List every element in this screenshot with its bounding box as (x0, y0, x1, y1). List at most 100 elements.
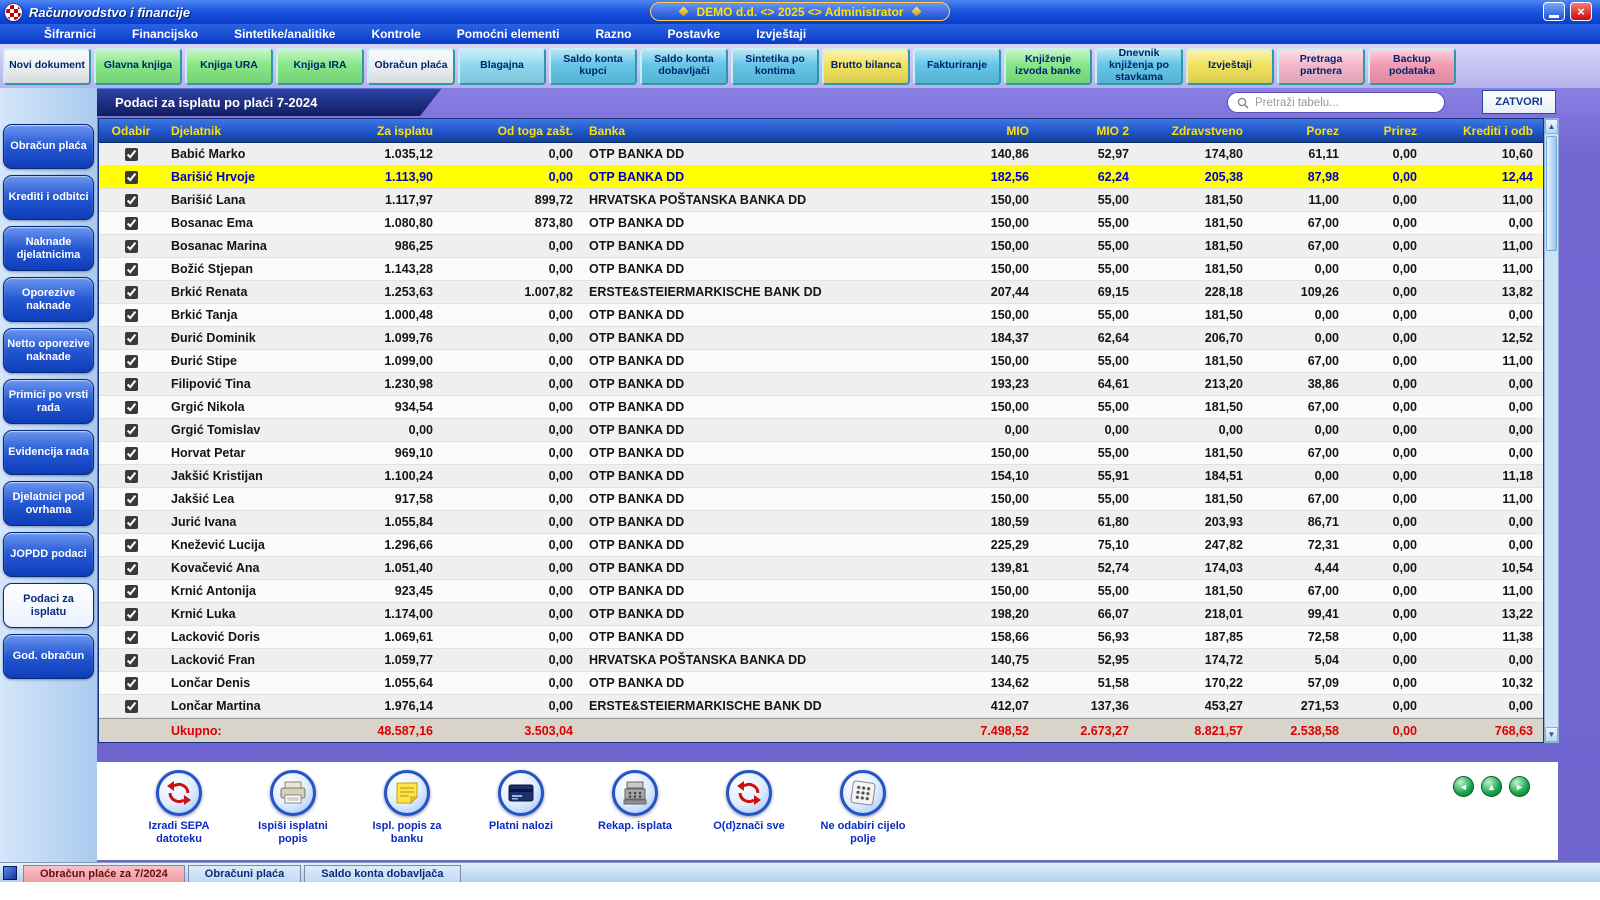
column-header-za-isplatu[interactable]: Za isplatu (329, 119, 441, 142)
ispisi-isplatni-popis-button[interactable]: Ispiši isplatni popis (247, 770, 339, 860)
row-select-checkbox[interactable] (125, 171, 138, 184)
column-header-mio[interactable]: MIO (943, 119, 1037, 142)
menu-item[interactable]: Kontrole (371, 27, 420, 41)
table-row[interactable]: Brkić Renata 1.253,63 1.007,82 ERSTE&STE… (99, 281, 1543, 304)
toolbar-button[interactable]: Obračun plaća (367, 48, 455, 85)
row-select-checkbox[interactable] (125, 470, 138, 483)
table-row[interactable]: Bosanac Ema 1.080,80 873,80 OTP BANKA DD… (99, 212, 1543, 235)
table-row[interactable]: Lončar Denis 1.055,64 0,00 OTP BANKA DD … (99, 672, 1543, 695)
table-search[interactable] (1227, 92, 1445, 113)
table-row[interactable]: Knežević Lucija 1.296,66 0,00 OTP BANKA … (99, 534, 1543, 557)
column-header-djelatnik[interactable]: Djelatnik (163, 119, 329, 142)
sidebar-item[interactable]: Obračun plaća (3, 124, 94, 169)
table-row[interactable]: Brkić Tanja 1.000,48 0,00 OTP BANKA DD 1… (99, 304, 1543, 327)
scroll-down-button[interactable]: ▼ (1545, 727, 1558, 742)
toolbar-button[interactable]: Saldo konta dobavljači (640, 48, 728, 85)
table-row[interactable]: Kovačević Ana 1.051,40 0,00 OTP BANKA DD… (99, 557, 1543, 580)
rekap-isplata-button[interactable]: Rekap. isplata (589, 770, 681, 860)
row-select-checkbox[interactable] (125, 217, 138, 230)
table-row[interactable]: Horvat Petar 969,10 0,00 OTP BANKA DD 15… (99, 442, 1543, 465)
menu-item[interactable]: Izvještaji (756, 27, 806, 41)
table-row[interactable]: Božić Stjepan 1.143,28 0,00 OTP BANKA DD… (99, 258, 1543, 281)
table-row[interactable]: Krnić Luka 1.174,00 0,00 OTP BANKA DD 19… (99, 603, 1543, 626)
row-select-checkbox[interactable] (125, 332, 138, 345)
toolbar-button[interactable]: Dnevnik knjiženja po stavkama (1095, 48, 1183, 85)
nav-left-button[interactable]: ◄ (1453, 776, 1474, 797)
column-header-od-toga-zast[interactable]: Od toga zašt. (441, 119, 581, 142)
row-select-checkbox[interactable] (125, 355, 138, 368)
row-select-checkbox[interactable] (125, 401, 138, 414)
status-tab[interactable]: Obračuni plaća (188, 865, 301, 882)
toolbar-button[interactable]: Sintetika po kontima (731, 48, 819, 85)
toolbar-button[interactable]: Knjiga IRA (276, 48, 364, 85)
table-row[interactable]: Barišić Lana 1.117,97 899,72 HRVATSKA PO… (99, 189, 1543, 212)
sidebar-item[interactable]: Netto oporezive naknade (3, 328, 94, 373)
table-row[interactable]: Lacković Fran 1.059,77 0,00 HRVATSKA POŠ… (99, 649, 1543, 672)
sidebar-item[interactable]: Podaci za isplatu (3, 583, 94, 628)
toolbar-button[interactable]: Izvještaji (1186, 48, 1274, 85)
toolbar-button[interactable]: Backup podataka (1368, 48, 1456, 85)
status-tab[interactable]: Obračun plaće za 7/2024 (23, 865, 185, 882)
toolbar-button[interactable]: Pretraga partnera (1277, 48, 1365, 85)
toolbar-button[interactable]: Knjiga URA (185, 48, 273, 85)
column-header-banka[interactable]: Banka (581, 119, 943, 142)
izradi-sepa-button[interactable]: Izradi SEPA datoteku (133, 770, 225, 860)
sidebar-item[interactable]: God. obračun (3, 634, 94, 679)
table-row[interactable]: Bosanac Marina 986,25 0,00 OTP BANKA DD … (99, 235, 1543, 258)
column-header-odabir[interactable]: Odabir (99, 119, 163, 142)
row-select-checkbox[interactable] (125, 447, 138, 460)
zatvori-button[interactable]: ZATVORI (1482, 90, 1556, 114)
table-row[interactable]: Grgić Tomislav 0,00 0,00 OTP BANKA DD 0,… (99, 419, 1543, 442)
platni-nalozi-button[interactable]: Platni nalozi (475, 770, 567, 860)
row-select-checkbox[interactable] (125, 700, 138, 713)
row-select-checkbox[interactable] (125, 424, 138, 437)
sidebar-item[interactable]: Evidencija rada (3, 430, 94, 475)
menu-item[interactable]: Financijsko (132, 27, 198, 41)
ne-odabiri-cijelo-polje-button[interactable]: Ne odabiri cijelo polje (817, 770, 909, 860)
minimize-button[interactable] (1543, 2, 1565, 21)
odznaci-sve-button[interactable]: O(d)znači sve (703, 770, 795, 860)
status-tab[interactable]: Saldo konta dobavljača (304, 865, 460, 882)
row-select-checkbox[interactable] (125, 585, 138, 598)
sidebar-item[interactable]: Naknade djelatnicima (3, 226, 94, 271)
toolbar-button[interactable]: Blagajna (458, 48, 546, 85)
sidebar-item[interactable]: Oporezive naknade (3, 277, 94, 322)
row-select-checkbox[interactable] (125, 240, 138, 253)
row-select-checkbox[interactable] (125, 516, 138, 529)
row-select-checkbox[interactable] (125, 677, 138, 690)
row-select-checkbox[interactable] (125, 148, 138, 161)
toolbar-button[interactable]: Knjiženje izvoda banke (1004, 48, 1092, 85)
toolbar-button[interactable]: Novi dokument (3, 48, 91, 85)
column-header-porez[interactable]: Porez (1251, 119, 1347, 142)
nav-up-button[interactable]: ▲ (1481, 776, 1502, 797)
row-select-checkbox[interactable] (125, 309, 138, 322)
menu-item[interactable]: Razno (595, 27, 631, 41)
table-row[interactable]: Lacković Doris 1.069,61 0,00 OTP BANKA D… (99, 626, 1543, 649)
toolbar-button[interactable]: Glavna knjiga (94, 48, 182, 85)
table-scrollbar[interactable]: ▲ ▼ (1544, 118, 1559, 743)
row-select-checkbox[interactable] (125, 608, 138, 621)
table-row[interactable]: Babić Marko 1.035,12 0,00 OTP BANKA DD 1… (99, 143, 1543, 166)
column-header-prirez[interactable]: Prirez (1347, 119, 1425, 142)
ispl-popis-za-banku-button[interactable]: Ispl. popis za banku (361, 770, 453, 860)
row-select-checkbox[interactable] (125, 263, 138, 276)
column-header-mio2[interactable]: MIO 2 (1037, 119, 1137, 142)
row-select-checkbox[interactable] (125, 631, 138, 644)
row-select-checkbox[interactable] (125, 562, 138, 575)
row-select-checkbox[interactable] (125, 286, 138, 299)
menu-item[interactable]: Postavke (667, 27, 720, 41)
table-row[interactable]: Krnić Antonija 923,45 0,00 OTP BANKA DD … (99, 580, 1543, 603)
menu-item[interactable]: Šifrarnici (44, 27, 96, 41)
column-header-krediti[interactable]: Krediti i odb (1425, 119, 1541, 142)
table-row[interactable]: Đurić Dominik 1.099,76 0,00 OTP BANKA DD… (99, 327, 1543, 350)
sidebar-item[interactable]: JOPDD podaci (3, 532, 94, 577)
row-select-checkbox[interactable] (125, 539, 138, 552)
close-button[interactable]: × (1570, 2, 1592, 21)
table-row[interactable]: Jurić Ivana 1.055,84 0,00 OTP BANKA DD 1… (99, 511, 1543, 534)
search-input[interactable] (1255, 97, 1435, 109)
table-row[interactable]: Filipović Tina 1.230,98 0,00 OTP BANKA D… (99, 373, 1543, 396)
row-select-checkbox[interactable] (125, 194, 138, 207)
column-header-zdravstveno[interactable]: Zdravstveno (1137, 119, 1251, 142)
table-row[interactable]: Barišić Hrvoje 1.113,90 0,00 OTP BANKA D… (99, 166, 1543, 189)
scroll-up-button[interactable]: ▲ (1545, 119, 1558, 134)
